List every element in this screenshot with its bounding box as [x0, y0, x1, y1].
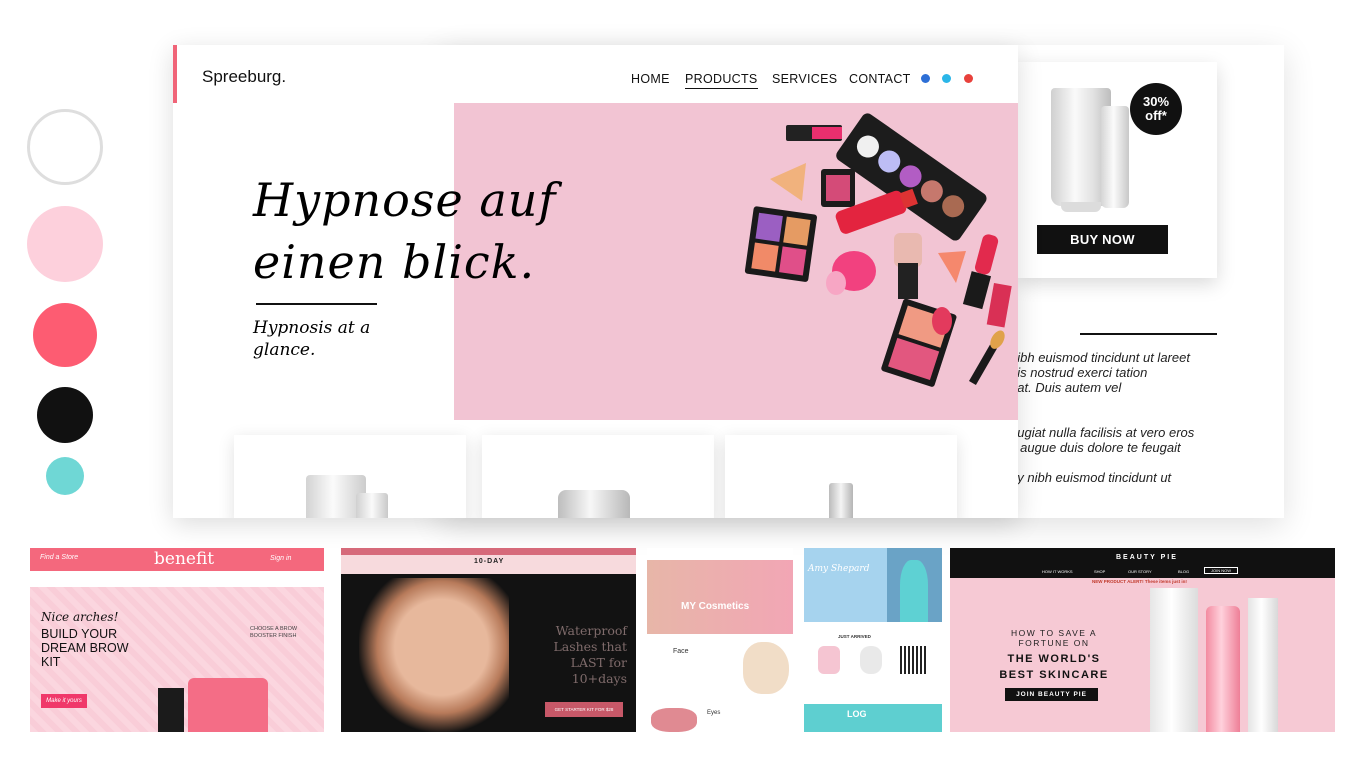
description-paragraph-1: nibh euismod tincidunt ut lareet uis nos…	[1010, 350, 1190, 395]
beautypie-alert: NEW PRODUCT ALERT! These items just in!	[1092, 579, 1187, 584]
product-card-3[interactable]	[725, 435, 957, 518]
amy-model-image	[900, 560, 928, 622]
beautypie-bottle	[1206, 606, 1240, 732]
product-card-2[interactable]	[482, 435, 714, 518]
benefit-logo: benefit	[154, 549, 215, 569]
landing-page-card: Spreeburg. HOME PRODUCTS SERVICES CONTAC…	[173, 45, 1018, 518]
accent-bar	[173, 45, 177, 103]
thumbnail-amy-shepard[interactable]: Amy Shepard JUST ARRIVED LOG	[804, 548, 942, 732]
benefit-script-title: Nice arches!	[41, 610, 119, 624]
nav-products[interactable]: PRODUCTS	[685, 72, 758, 89]
thumbnail-benefit[interactable]: Find a Store benefit Sign in Nice arches…	[30, 548, 324, 732]
lashes-logo: 10-DAY	[474, 558, 505, 565]
buy-now-button[interactable]: BUY NOW	[1037, 225, 1168, 254]
product-jar-thumb	[558, 490, 630, 518]
beautypie-cta[interactable]: JOIN BEAUTY PIE	[1005, 688, 1098, 701]
product-small-tube-thumb	[356, 493, 388, 518]
circle-red-icon[interactable]	[964, 74, 973, 83]
mycos-hero	[647, 560, 793, 634]
benefit-headline: BUILD YOUR DREAM BROW KIT	[41, 627, 129, 669]
product-bottle-thumb	[829, 483, 853, 518]
swatch-light-pink	[27, 206, 103, 282]
nav-contact[interactable]: CONTACT	[849, 72, 911, 86]
beautypie-headline-2: THE WORLD'S BEST SKINCARE	[999, 653, 1109, 681]
beautypie-logo: BEAUTY PIE	[1116, 554, 1178, 561]
swatch-coral	[33, 303, 97, 367]
lashes-topbar	[341, 548, 636, 555]
beautypie-tube-2	[1248, 598, 1278, 732]
benefit-store-link[interactable]: Find a Store	[40, 554, 78, 561]
mycos-eyes-title: Eyes	[707, 710, 721, 716]
swatch-black	[37, 387, 93, 443]
beautypie-nav-4[interactable]: BLOG	[1178, 569, 1189, 574]
benefit-box-image	[158, 688, 184, 732]
description-paragraph-3: ny nibh euismod tincidunt ut	[1010, 470, 1172, 485]
discount-badge: 30% off*	[1130, 83, 1182, 135]
circle-cyan-icon[interactable]	[942, 74, 951, 83]
benefit-subnav	[30, 571, 324, 587]
mycos-logo: MY Cosmetics	[681, 601, 750, 612]
thumbnail-my-cosmetics[interactable]: MY Cosmetics Face Eyes	[647, 548, 793, 732]
hero-divider	[256, 303, 377, 305]
nav-services[interactable]: SERVICES	[772, 72, 837, 86]
mycos-face-title: Face	[673, 648, 689, 655]
amy-footer-title: LOG	[847, 709, 867, 719]
lashes-cta[interactable]: GET STARTER KIT FOR $28	[545, 702, 623, 717]
beautypie-nav-2[interactable]: SHOP	[1094, 569, 1105, 574]
amy-footer-bar	[804, 704, 942, 732]
product-card-1[interactable]	[234, 435, 466, 518]
benefit-signin[interactable]: Sign in	[270, 555, 291, 562]
beautypie-headline-1: HOW TO SAVE A FORTUNE ON	[1010, 628, 1098, 648]
benefit-kit-image	[188, 678, 268, 732]
beautypie-nav-1[interactable]: HOW IT WORKS	[1042, 569, 1073, 574]
amy-section-title: JUST ARRIVED	[838, 634, 871, 639]
divider-line	[1080, 333, 1217, 335]
beautypie-tube-1	[1150, 588, 1198, 732]
benefit-note: CHOOSE A BROW BOOSTER FINISH	[250, 626, 298, 639]
amy-product-2	[860, 646, 882, 674]
amy-product-1	[818, 646, 840, 674]
hero-headline: Hypnose auf einen blick.	[253, 173, 557, 289]
circle-blue-icon[interactable]	[921, 74, 930, 83]
product-small-tube-image	[1101, 106, 1129, 208]
beautypie-join-nav[interactable]: JOIN NOW	[1204, 567, 1238, 574]
amy-logo: Amy Shepard	[808, 564, 870, 574]
swatch-teal	[46, 457, 84, 495]
mycos-blush-image	[651, 708, 697, 732]
lashes-headline: Waterproof Lashes that LAST for 10+days	[553, 623, 627, 686]
description-paragraph-2: eugiat nulla facilisis at vero eros it a…	[1010, 425, 1195, 455]
lashes-model-image	[359, 578, 509, 732]
amy-product-3	[900, 646, 926, 674]
benefit-cta[interactable]: Make it yours	[41, 694, 87, 708]
nav-home[interactable]: HOME	[631, 72, 670, 86]
hero-subheadline: Hypnosis at a glance.	[253, 318, 371, 360]
thumbnail-beauty-pie[interactable]: BEAUTY PIE HOW IT WORKS SHOP OUR STORY B…	[950, 548, 1335, 732]
mycos-foundation-image	[743, 642, 789, 694]
thumbnail-lashes[interactable]: 10-DAY Waterproof Lashes that LAST for 1…	[341, 548, 636, 732]
beautypie-nav-3[interactable]: OUR STORY	[1128, 569, 1152, 574]
site-logo[interactable]: Spreeburg.	[202, 67, 286, 87]
swatch-white	[27, 109, 103, 185]
